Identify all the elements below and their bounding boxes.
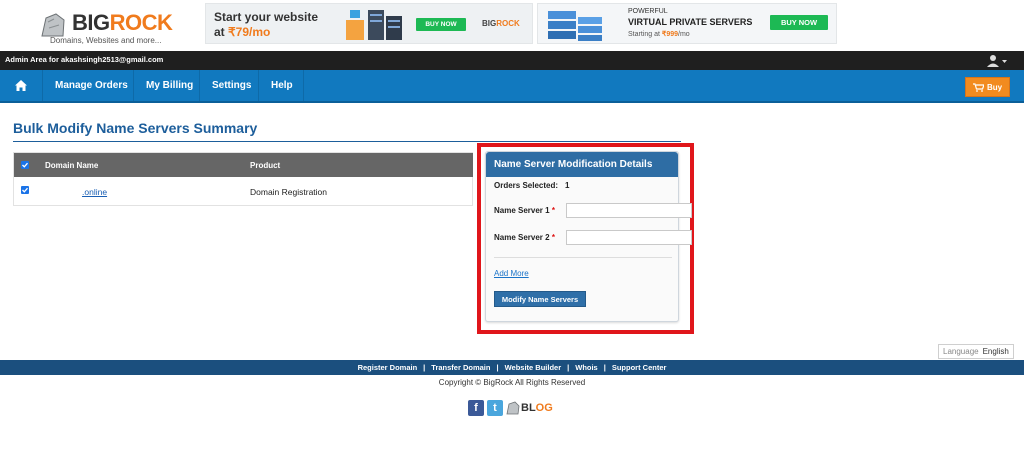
vps-eyebrow: POWERFUL (628, 8, 668, 15)
vps-buy-now-button[interactable]: BUY NOW (770, 15, 828, 30)
name-server-2-label: Name Server 2 * (494, 233, 555, 242)
domain-link[interactable]: .online (82, 187, 107, 197)
row-checkbox[interactable] (21, 186, 29, 194)
language-selector[interactable]: Language English (938, 344, 1014, 359)
banner-title: Start your website (214, 10, 319, 24)
panel-divider (494, 257, 672, 258)
footer-link-website-builder[interactable]: Website Builder (505, 363, 562, 372)
footer-links-bar: Register Domain | Transfer Domain | Website … (0, 360, 1024, 375)
buy-button[interactable]: Buy (965, 77, 1010, 97)
rock-logo-icon (506, 401, 520, 415)
admin-area-label: Admin Area for akashsingh2513@gmail.com (5, 55, 164, 64)
footer-link-whois[interactable]: Whois (575, 363, 598, 372)
nav-help[interactable]: Help (259, 70, 304, 101)
panel-title: Name Server Modification Details (486, 152, 678, 177)
footer-link-transfer-domain[interactable]: Transfer Domain (431, 363, 490, 372)
blog-wordmark: BLOG (521, 402, 553, 414)
name-server-1-label: Name Server 1 * (494, 206, 555, 215)
logo-tagline: Domains, Websites and more... (50, 36, 162, 45)
social-links: f t BLOG (468, 398, 553, 418)
logo-wordmark: BIGROCK (72, 10, 173, 35)
vps-servers-illustration-icon (548, 11, 602, 41)
main-nav: Manage Orders My Billing Settings Help B… (0, 70, 1024, 103)
add-more-link[interactable]: Add More (494, 269, 529, 278)
table-row: .online Domain Registration (14, 178, 473, 206)
nav-manage-orders[interactable]: Manage Orders (43, 70, 134, 101)
footer-link-register-domain[interactable]: Register Domain (358, 363, 418, 372)
website-buy-now-button[interactable]: BUY NOW (416, 18, 466, 31)
language-label: Language (943, 347, 979, 356)
website-servers-illustration-icon (346, 10, 402, 40)
user-menu-icon[interactable] (986, 54, 1008, 67)
product-cell: Domain Registration (250, 187, 328, 197)
checkmark-icon (22, 187, 28, 193)
admin-bar: Admin Area for akashsingh2513@gmail.com (0, 51, 1024, 70)
twitter-icon[interactable]: t (487, 400, 503, 416)
name-server-1-input[interactable] (566, 203, 692, 218)
banner-price: at ₹79/mo (214, 25, 271, 39)
name-server-2-input[interactable] (566, 230, 692, 245)
orders-table: Domain Name Product .online Domain Regis… (13, 152, 473, 206)
cart-icon (972, 82, 984, 92)
rock-logo-icon (41, 13, 65, 37)
orders-selected-label: Orders Selected: (494, 181, 559, 190)
name-server-panel: Name Server Modification Details Orders … (485, 151, 692, 322)
required-mark: * (551, 233, 555, 242)
column-header-domain[interactable]: Domain Name (45, 161, 98, 170)
nav-my-billing[interactable]: My Billing (134, 70, 200, 101)
select-all-checkbox[interactable] (21, 161, 29, 169)
bigrock-logo[interactable]: BIGROCK Domains, Websites and more... (30, 4, 173, 46)
vps-promo-banner[interactable]: POWERFUL VIRTUAL PRIVATE SERVERS Startin… (537, 3, 837, 44)
column-header-product[interactable]: Product (250, 161, 280, 170)
vps-price: Starting at ₹999/mo (628, 31, 690, 38)
blog-link[interactable]: BLOG (506, 401, 553, 415)
page-title: Bulk Modify Name Servers Summary (13, 120, 258, 136)
home-icon (15, 80, 27, 91)
copyright-text: Copyright © BigRock All Rights Reserved (438, 378, 586, 387)
orders-selected-value: 1 (565, 181, 570, 190)
language-value: English (982, 347, 1009, 356)
required-mark: * (551, 206, 555, 215)
vps-title: VIRTUAL PRIVATE SERVERS (628, 17, 753, 27)
title-divider (13, 141, 681, 142)
footer-link-support-center[interactable]: Support Center (612, 363, 667, 372)
modify-name-servers-button[interactable]: Modify Name Servers (494, 291, 586, 307)
nav-settings[interactable]: Settings (200, 70, 259, 101)
table-header: Domain Name Product (14, 153, 473, 177)
banner-brand: BIGROCK (482, 19, 520, 28)
home-button[interactable] (0, 70, 43, 101)
checkmark-icon (22, 162, 28, 168)
facebook-icon[interactable]: f (468, 400, 484, 416)
buy-label: Buy (986, 82, 1003, 92)
website-promo-banner[interactable]: Start your website at ₹79/mo BUY NOW BIG… (205, 3, 533, 44)
